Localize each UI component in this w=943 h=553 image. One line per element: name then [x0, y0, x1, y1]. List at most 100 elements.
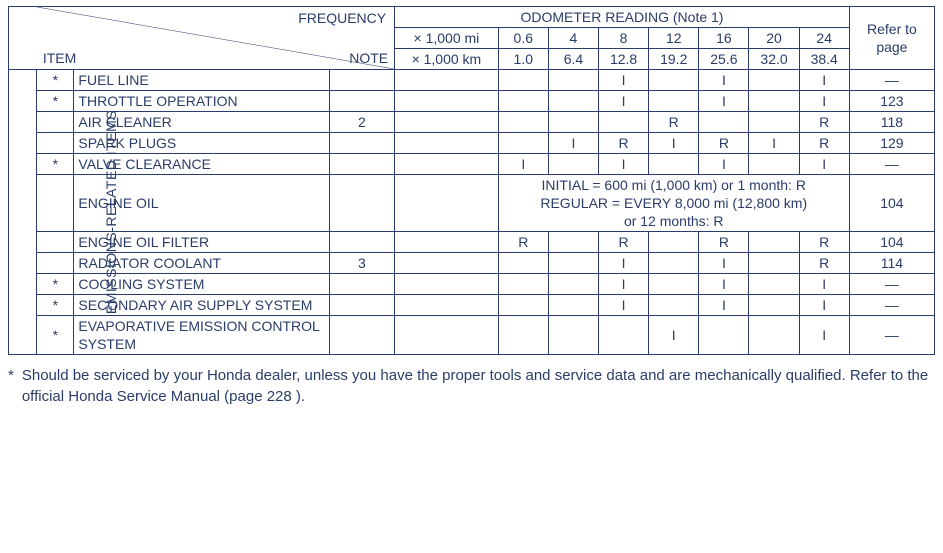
- row-symbol: *: [37, 295, 74, 316]
- header-refer-to: Refer to page: [849, 7, 934, 70]
- km-1: 6.4: [548, 49, 598, 70]
- row-odometer-cell: [548, 295, 598, 316]
- row-symbol: [37, 232, 74, 253]
- row-odometer-cell: R: [599, 133, 649, 154]
- sidebar-label-cell: EMISSIONS-RELATED ITEMS: [9, 70, 37, 355]
- row-odometer-cell: I: [649, 133, 699, 154]
- row-note: [329, 316, 394, 355]
- row-odometer-cell: R: [699, 133, 749, 154]
- table-row: *SECONDARY AIR SUPPLY SYSTEMIII—: [9, 295, 935, 316]
- row-page: 129: [849, 133, 934, 154]
- row-odometer-cell: R: [799, 133, 849, 154]
- row-odometer-cell: R: [498, 232, 548, 253]
- row-odometer-cell: [749, 91, 799, 112]
- row-odometer-cell: [749, 70, 799, 91]
- row-odometer-cell: [649, 70, 699, 91]
- km-4: 25.6: [699, 49, 749, 70]
- row-symbol: *: [37, 274, 74, 295]
- row-odometer-cell: I: [699, 253, 749, 274]
- mi-3: 12: [649, 28, 699, 49]
- mi-4: 16: [699, 28, 749, 49]
- row-odometer-cell: I: [799, 316, 849, 355]
- row-note: [329, 70, 394, 91]
- row-odometer-cell: I: [749, 133, 799, 154]
- maintenance-schedule-table: FREQUENCY ITEM NOTE ODOMETER READING (No…: [8, 6, 935, 355]
- row-odometer-cell: I: [699, 91, 749, 112]
- row-unit: [395, 253, 499, 274]
- row-page: 104: [849, 175, 934, 232]
- row-odometer-cell: [649, 232, 699, 253]
- row-odometer-cell: [649, 274, 699, 295]
- table-row: *COOLING SYSTEMIII—: [9, 274, 935, 295]
- row-unit: [395, 274, 499, 295]
- table-row: AIR CLEANER2RR118: [9, 112, 935, 133]
- row-odometer-cell: R: [649, 112, 699, 133]
- refer-to-line2: page: [876, 39, 907, 55]
- row-page: —: [849, 316, 934, 355]
- row-odometer-cell: [498, 316, 548, 355]
- row-page: —: [849, 70, 934, 91]
- row-page: —: [849, 274, 934, 295]
- row-odometer-cell: [548, 91, 598, 112]
- row-symbol: *: [37, 70, 74, 91]
- row-odometer-cell: I: [799, 154, 849, 175]
- row-item: EVAPORATIVE EMISSION CONTROL SYSTEM: [74, 316, 329, 355]
- row-odometer-cell: [599, 316, 649, 355]
- row-page: —: [849, 295, 934, 316]
- row-item: THROTTLE OPERATION: [74, 91, 329, 112]
- header-frequency-label: FREQUENCY: [298, 9, 386, 27]
- row-odometer-cell: I: [599, 154, 649, 175]
- row-odometer-cell: [548, 112, 598, 133]
- mi-5: 20: [749, 28, 799, 49]
- row-unit: [395, 295, 499, 316]
- unit-km: × 1,000 km: [395, 49, 499, 70]
- row-odometer-cell: I: [799, 295, 849, 316]
- row-odometer-cell: [498, 91, 548, 112]
- row-unit: [395, 70, 499, 91]
- table-row: ENGINE OILINITIAL = 600 mi (1,000 km) or…: [9, 175, 935, 232]
- row-odometer-cell: R: [699, 232, 749, 253]
- row-odometer-cell: I: [799, 91, 849, 112]
- row-note: [329, 175, 394, 232]
- engine-oil-line3: or 12 months: R: [503, 212, 845, 230]
- row-unit: [395, 112, 499, 133]
- table-row: *EVAPORATIVE EMISSION CONTROL SYSTEMII—: [9, 316, 935, 355]
- row-odometer-cell: [649, 253, 699, 274]
- row-odometer-cell: [649, 91, 699, 112]
- engine-oil-line1: INITIAL = 600 mi (1,000 km) or 1 month: …: [503, 176, 845, 194]
- row-odometer-cell: [548, 232, 598, 253]
- row-unit: [395, 91, 499, 112]
- row-odometer-cell: I: [699, 274, 749, 295]
- header-odometer-label: ODOMETER READING (Note 1): [395, 7, 850, 28]
- refer-to-line1: Refer to: [867, 21, 917, 37]
- row-odometer-cell: [749, 253, 799, 274]
- row-odometer-cell: [548, 253, 598, 274]
- row-odometer-cell: I: [799, 70, 849, 91]
- row-page: 118: [849, 112, 934, 133]
- row-odometer-cell: I: [498, 154, 548, 175]
- row-note: [329, 295, 394, 316]
- row-odometer-cell: [498, 112, 548, 133]
- row-odometer-cell: [498, 274, 548, 295]
- row-odometer-cell: [749, 232, 799, 253]
- row-odometer-cell: [749, 274, 799, 295]
- header-note-label: NOTE: [349, 49, 388, 67]
- table-row: ENGINE OIL FILTERRRRR104: [9, 232, 935, 253]
- km-3: 19.2: [649, 49, 699, 70]
- row-symbol: *: [37, 91, 74, 112]
- engine-oil-schedule: INITIAL = 600 mi (1,000 km) or 1 month: …: [498, 175, 849, 232]
- row-odometer-cell: I: [548, 133, 598, 154]
- row-odometer-cell: I: [799, 274, 849, 295]
- mi-6: 24: [799, 28, 849, 49]
- row-odometer-cell: [749, 154, 799, 175]
- row-odometer-cell: [649, 295, 699, 316]
- unit-mi: × 1,000 mi: [395, 28, 499, 49]
- row-odometer-cell: R: [799, 232, 849, 253]
- km-6: 38.4: [799, 49, 849, 70]
- row-odometer-cell: [498, 253, 548, 274]
- row-odometer-cell: R: [599, 232, 649, 253]
- table-row: *VALVE CLEARANCEIIII—: [9, 154, 935, 175]
- row-unit: [395, 133, 499, 154]
- row-unit: [395, 232, 499, 253]
- header-diagonal-cell: FREQUENCY ITEM NOTE: [37, 7, 395, 70]
